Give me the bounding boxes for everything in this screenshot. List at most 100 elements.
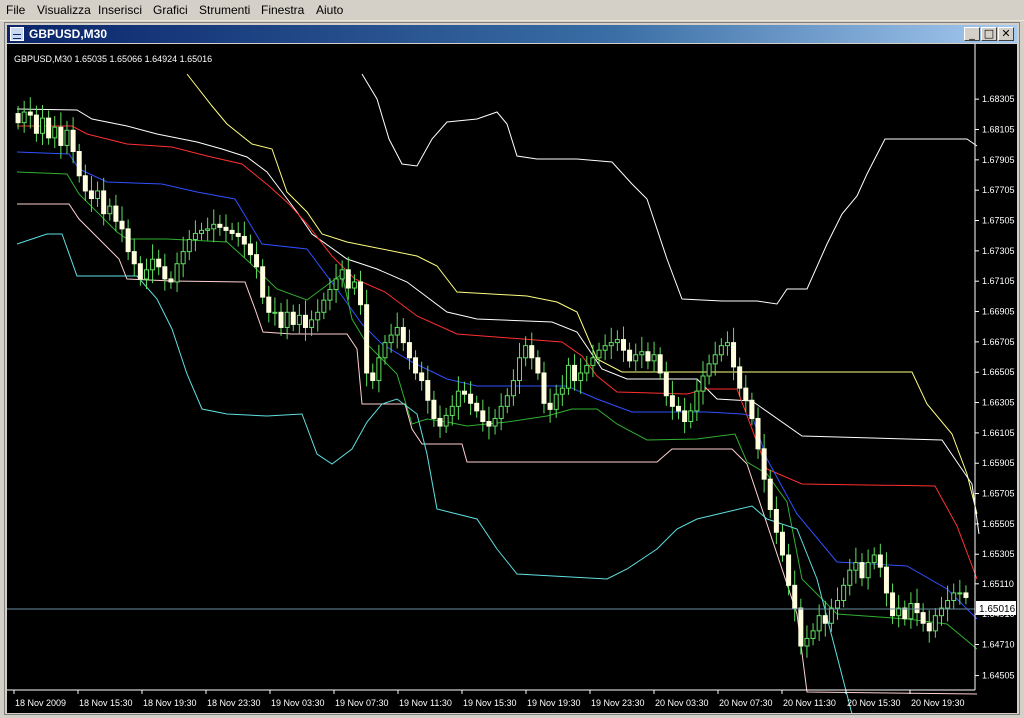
candle-body bbox=[755, 417, 761, 450]
candle-body bbox=[21, 111, 27, 124]
x-tick-label: 18 Nov 15:30 bbox=[79, 698, 133, 708]
candle-body bbox=[602, 345, 608, 351]
y-tick-label: 1.67705 bbox=[982, 185, 1015, 195]
candle-body bbox=[247, 243, 253, 256]
candle-body bbox=[119, 220, 125, 230]
y-tick-label: 1.68305 bbox=[982, 94, 1015, 104]
candle-body bbox=[633, 354, 639, 362]
candle-body bbox=[156, 258, 162, 268]
candle-body bbox=[951, 592, 957, 602]
candle-body bbox=[645, 351, 651, 362]
candle-body bbox=[523, 345, 529, 359]
menu-insert[interactable]: Inserisci bbox=[98, 3, 142, 17]
candle-body bbox=[443, 414, 449, 427]
candle-body bbox=[712, 354, 718, 365]
chart-area[interactable]: 1.68305 1.68105 1.67905 1.67705 1.67505 1.673… bbox=[7, 44, 1017, 715]
menu-charts[interactable]: Grafici bbox=[153, 3, 188, 17]
candle-body bbox=[150, 258, 156, 271]
chart-window-icon[interactable] bbox=[10, 27, 24, 41]
candle-body bbox=[168, 278, 174, 283]
candle-body bbox=[731, 342, 737, 368]
candle-body bbox=[192, 232, 198, 240]
candle-body bbox=[718, 345, 724, 356]
candle-body bbox=[461, 390, 467, 395]
candle-body bbox=[382, 342, 388, 359]
candle-body bbox=[131, 251, 137, 265]
candle-body bbox=[143, 269, 149, 280]
chart-window: GBPUSD,M30 _ □ ✕ 1.68305 1.68105 1.67905 1.… bbox=[4, 22, 1020, 715]
candle-body bbox=[272, 311, 278, 314]
candle-body bbox=[229, 229, 235, 234]
candle-body bbox=[290, 311, 296, 325]
x-tick-label: 19 Nov 11:30 bbox=[399, 698, 452, 708]
maximize-button[interactable]: □ bbox=[981, 27, 997, 41]
candle-body bbox=[162, 266, 168, 280]
y-tick-label: 1.67905 bbox=[982, 155, 1015, 165]
candle-body bbox=[315, 311, 321, 321]
candle-body bbox=[657, 354, 663, 374]
candle-body bbox=[504, 395, 510, 407]
minimize-button[interactable]: _ bbox=[964, 27, 980, 41]
candle-body bbox=[376, 357, 382, 382]
candle-body bbox=[822, 615, 828, 624]
y-tick-label: 1.66305 bbox=[982, 398, 1015, 408]
candle-body bbox=[743, 387, 749, 401]
candle-body bbox=[627, 349, 633, 362]
candle-body bbox=[871, 554, 877, 564]
close-button[interactable]: ✕ bbox=[998, 27, 1014, 41]
window-titlebar[interactable]: GBPUSD,M30 _ □ ✕ bbox=[7, 25, 1017, 43]
candle-body bbox=[835, 600, 841, 609]
candle-body bbox=[859, 562, 865, 579]
current-price-label: 1.65016 bbox=[979, 604, 1016, 615]
candle-body bbox=[883, 566, 889, 594]
candle-body bbox=[688, 410, 694, 423]
candle-body bbox=[804, 637, 810, 647]
x-tick-label: 18 Nov 2009 bbox=[15, 698, 66, 708]
candle-body bbox=[559, 387, 565, 395]
menu-tools[interactable]: Strumenti bbox=[199, 3, 250, 17]
candle-body bbox=[15, 113, 21, 124]
candle-body bbox=[388, 334, 394, 344]
candle-body bbox=[180, 251, 186, 265]
menu-help[interactable]: Aiuto bbox=[316, 3, 343, 17]
candle-body bbox=[480, 410, 486, 423]
candle-body bbox=[914, 603, 920, 614]
candle-body bbox=[608, 342, 614, 347]
candle-body bbox=[816, 615, 822, 632]
x-tick-label: 18 Nov 23:30 bbox=[207, 698, 261, 708]
candle-body bbox=[437, 417, 443, 427]
candle-body bbox=[321, 299, 327, 313]
y-tick-label: 1.66505 bbox=[982, 367, 1015, 377]
candle-body bbox=[553, 393, 559, 410]
candle-body bbox=[339, 269, 345, 280]
candle-body bbox=[455, 390, 461, 407]
candle-body bbox=[565, 364, 571, 389]
candle-body bbox=[345, 269, 351, 289]
menu-view[interactable]: Visualizza bbox=[37, 3, 91, 17]
candle-body bbox=[52, 126, 58, 139]
candle-body bbox=[309, 319, 315, 328]
candle-body bbox=[351, 281, 357, 289]
x-tick-label: 19 Nov 23:30 bbox=[591, 698, 645, 708]
candle-body bbox=[431, 399, 437, 419]
candle-body bbox=[779, 531, 785, 556]
candle-body bbox=[413, 357, 419, 374]
candle-body bbox=[400, 326, 406, 344]
x-tick-label: 19 Nov 15:30 bbox=[463, 698, 517, 708]
x-tick-label: 18 Nov 19:30 bbox=[143, 698, 197, 708]
candle-body bbox=[700, 375, 706, 392]
candle-body bbox=[792, 584, 798, 609]
menu-window[interactable]: Finestra bbox=[261, 3, 304, 17]
candle-body bbox=[474, 402, 480, 412]
price-chart[interactable]: 1.68305 1.68105 1.67905 1.67705 1.67505 1.673… bbox=[7, 44, 1017, 715]
candle-body bbox=[932, 615, 938, 632]
y-tick-label: 1.65505 bbox=[982, 519, 1015, 529]
candle-body bbox=[492, 417, 498, 427]
x-tick-label: 20 Nov 03:30 bbox=[655, 698, 709, 708]
candle-body bbox=[908, 603, 914, 620]
candle-body bbox=[327, 289, 333, 301]
candle-body bbox=[498, 405, 504, 419]
candle-body bbox=[945, 600, 951, 609]
x-tick-label: 19 Nov 07:30 bbox=[335, 698, 389, 708]
menu-file[interactable]: File bbox=[6, 3, 25, 17]
